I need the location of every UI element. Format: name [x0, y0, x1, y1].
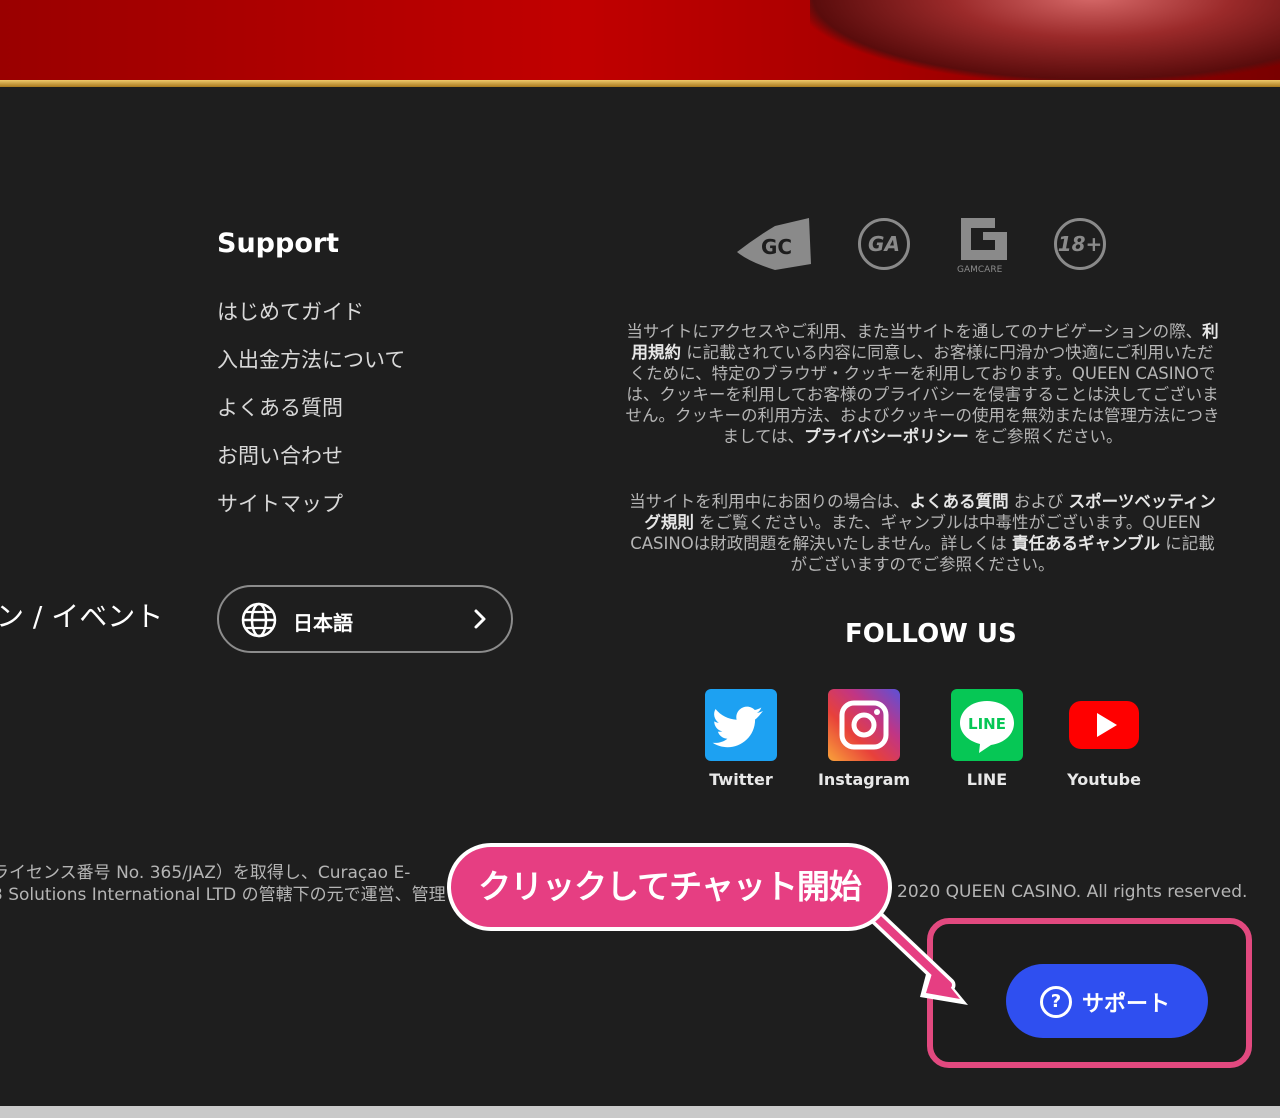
- twitter-icon: [705, 689, 777, 761]
- support-link-sitemap[interactable]: サイトマップ: [217, 488, 405, 536]
- twitter-link[interactable]: Twitter: [686, 689, 796, 789]
- privacy-policy-link[interactable]: プライバシーポリシー: [804, 427, 969, 446]
- twitter-label: Twitter: [709, 770, 773, 789]
- support-link-payment[interactable]: 入出金方法について: [217, 344, 405, 392]
- gc-badge-icon: GC: [737, 218, 811, 270]
- age-18-badge-icon: 18+: [1054, 218, 1106, 270]
- globe-icon: [241, 602, 277, 638]
- question-icon: ?: [1040, 986, 1072, 1018]
- follow-us-heading: FOLLOW US: [845, 619, 1017, 649]
- help-notice: 当サイトを利用中にお困りの場合は、よくある質問 および スポーツベッティング規則…: [629, 492, 1216, 574]
- bottom-strip: [0, 1106, 1280, 1118]
- ga-badge-icon: GA: [858, 218, 910, 270]
- support-button-label: サポート: [1082, 992, 1171, 1017]
- support-link-guide[interactable]: はじめてガイド: [217, 296, 405, 344]
- banner-decoration: [810, 0, 1280, 80]
- faq-link[interactable]: よくある質問: [910, 492, 1009, 511]
- instagram-label: Instagram: [817, 770, 911, 789]
- line-link[interactable]: LINE LINE: [932, 689, 1042, 789]
- copyright-text: 2020 QUEEN CASINO. All rights reserved.: [897, 882, 1248, 902]
- promotion-event-link[interactable]: ン / イベント: [0, 595, 163, 635]
- instagram-icon: [828, 689, 900, 761]
- chat-callout: クリックしてチャット開始: [447, 843, 892, 931]
- svg-text:LINE: LINE: [968, 715, 1006, 733]
- youtube-label: Youtube: [1067, 770, 1141, 789]
- support-heading: Support: [217, 228, 340, 259]
- youtube-icon: [1068, 689, 1140, 761]
- instagram-link[interactable]: Instagram: [809, 689, 919, 789]
- cookie-notice: 当サイトにアクセスやご利用、また当サイトを通してのナビゲーションの際、利用規約 …: [625, 322, 1220, 446]
- line-icon: LINE: [951, 689, 1023, 761]
- support-links: はじめてガイド 入出金方法について よくある質問 お問い合わせ サイトマップ: [217, 296, 405, 536]
- gold-divider: [0, 80, 1280, 87]
- support-chat-button[interactable]: ? サポート: [1006, 964, 1208, 1038]
- svg-text:GC: GC: [761, 235, 792, 259]
- top-banner: [0, 0, 1280, 80]
- chevron-right-icon: [474, 609, 486, 629]
- gamcare-badge-icon: GAMCARE: [957, 218, 1007, 275]
- responsible-gambling-link[interactable]: 責任あるギャンブル: [1012, 534, 1160, 553]
- license-text: ライセンス番号 No. 365/JAZ）を取得し、Curaçao E- 3 So…: [0, 863, 446, 905]
- svg-text:GAMCARE: GAMCARE: [957, 265, 1003, 275]
- callout-text: クリックしてチャット開始: [478, 867, 862, 906]
- line-label: LINE: [966, 770, 1008, 789]
- support-link-contact[interactable]: お問い合わせ: [217, 440, 405, 488]
- language-label: 日本語: [293, 611, 353, 635]
- youtube-link[interactable]: Youtube: [1049, 689, 1159, 789]
- language-selector[interactable]: 日本語: [217, 585, 513, 653]
- support-link-faq[interactable]: よくある質問: [217, 392, 405, 440]
